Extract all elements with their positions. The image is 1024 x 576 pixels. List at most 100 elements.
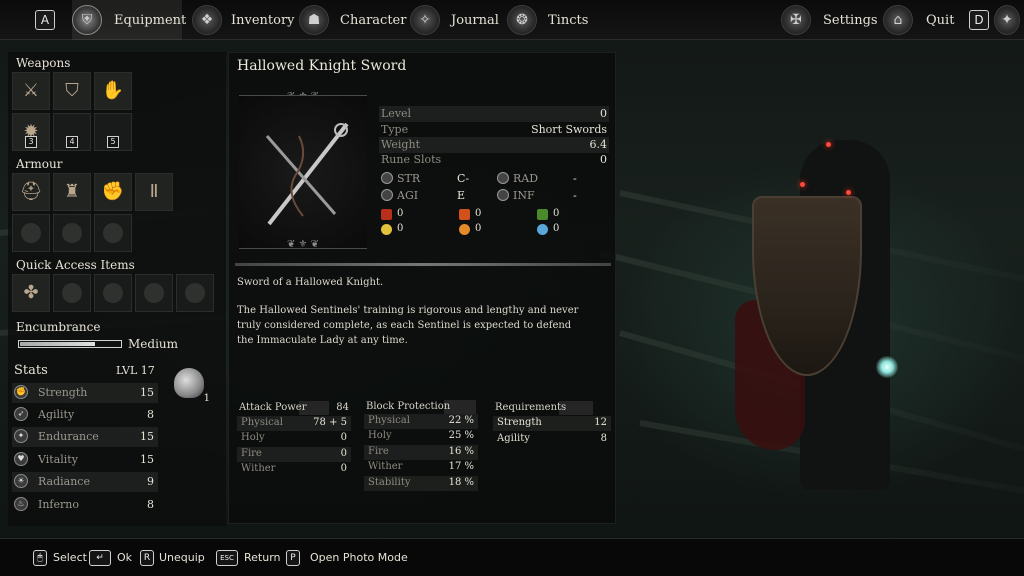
- inferno-icon: ♨: [14, 497, 28, 511]
- weapon-slot-2[interactable]: ⛉: [53, 72, 91, 110]
- info-value: 6.4: [589, 138, 608, 151]
- scaling-grade: -: [573, 189, 577, 202]
- attack-label: Wither: [241, 463, 276, 474]
- armour-title: Armour: [16, 157, 63, 171]
- radiance-icon: [497, 172, 509, 184]
- frost-icon: [537, 224, 548, 235]
- enter-key-icon: ↵: [89, 550, 111, 566]
- stat-agility: ➶ Agility 8: [12, 405, 158, 425]
- block-row-wither: Wither 17 %: [364, 460, 478, 475]
- armour-slot-helmet[interactable]: ⛑: [12, 173, 50, 211]
- amulet-slot[interactable]: [94, 214, 132, 252]
- attack-value: 0: [340, 463, 347, 474]
- tab-equipment[interactable]: Equipment: [114, 13, 186, 28]
- journal-icon[interactable]: ✧: [410, 5, 440, 35]
- settings-button[interactable]: Settings: [823, 13, 878, 28]
- quit-button[interactable]: Quit: [926, 13, 954, 28]
- helmet-icon[interactable]: ⛨: [72, 5, 102, 35]
- item-details-panel: Hallowed Knight Sword ❦ ⚜ ❦ ❦ ⚜ ❦ Level0…: [228, 52, 616, 524]
- r-key-icon: R: [140, 550, 154, 566]
- poison-icon: [537, 209, 548, 220]
- scaling-rad: RAD -: [497, 171, 607, 187]
- souls-indicator: 1: [172, 366, 214, 406]
- prev-tab-key[interactable]: A: [35, 10, 55, 30]
- hint-photo-mode[interactable]: P Open Photo Mode: [286, 550, 408, 566]
- scaling-label: AGI: [397, 189, 419, 202]
- status-value: 0: [553, 208, 560, 219]
- info-label: Type: [381, 123, 409, 136]
- status-bleed: 0: [381, 208, 451, 222]
- requirement-row-agility: Agility 8: [493, 432, 611, 447]
- block-row-stability: Stability 18 %: [364, 476, 478, 491]
- status-value: 0: [475, 223, 482, 234]
- hint-label: Unequip: [159, 551, 205, 564]
- quick-slot-4[interactable]: [135, 274, 173, 312]
- item-placeholder-icon: [185, 283, 205, 303]
- stat-label: Radiance: [38, 475, 90, 488]
- status-fire: 0: [459, 223, 529, 237]
- ring-slot-2[interactable]: [53, 214, 91, 252]
- weapon-slot-4[interactable]: 4: [53, 113, 91, 151]
- scaling-grade: E: [457, 189, 466, 202]
- settings-icon[interactable]: ✠: [781, 5, 811, 35]
- hint-select[interactable]: 🖱 Select: [33, 550, 93, 566]
- attack-value: 0: [340, 432, 347, 443]
- stat-value: 9: [147, 475, 154, 488]
- attack-value: 78 + 5: [313, 417, 347, 428]
- vitality-icon: ♥: [14, 452, 28, 466]
- tab-journal[interactable]: Journal: [451, 13, 499, 28]
- block-value: 17 %: [448, 461, 474, 472]
- stat-label: Inferno: [38, 498, 79, 511]
- stat-label: Agility: [38, 408, 75, 421]
- status-poison: 0: [537, 208, 607, 222]
- tab-tincts[interactable]: Tincts: [548, 13, 588, 28]
- armour-slot-gloves[interactable]: ✊: [94, 173, 132, 211]
- stat-value: 15: [140, 430, 154, 443]
- status-value: 0: [397, 223, 404, 234]
- scaling-grade: -: [573, 172, 577, 185]
- tincts-icon[interactable]: ❂: [507, 5, 537, 35]
- helmet-icon: ⛑: [19, 181, 43, 202]
- chestplate-icon: ♜: [63, 181, 81, 202]
- stat-strength: ✊ Strength 15: [12, 383, 158, 403]
- mouse-icon: 🖱: [33, 550, 47, 566]
- weapon-slot-5[interactable]: 5: [94, 113, 132, 151]
- armour-slot-legs[interactable]: Ⅱ: [135, 173, 173, 211]
- bag-icon[interactable]: ❖: [192, 5, 222, 35]
- ember-particle: [826, 142, 831, 147]
- block-value: 25 %: [448, 430, 474, 441]
- weapon-slot-catalyst[interactable]: ✋: [94, 72, 132, 110]
- hint-ok[interactable]: ↵ Ok: [89, 550, 139, 566]
- souls-count: 1: [203, 393, 210, 404]
- ember-particle: [846, 190, 851, 195]
- tab-inventory[interactable]: Inventory: [231, 13, 295, 28]
- attack-row-physical: Physical 78 + 5: [237, 416, 351, 431]
- block-label: Stability: [368, 477, 411, 488]
- ring-slot-1[interactable]: [12, 214, 50, 252]
- character-icon[interactable]: ☗: [299, 5, 329, 35]
- slot-number: 5: [107, 136, 119, 148]
- encumbrance-level: Medium: [128, 337, 179, 351]
- tab-character[interactable]: Character: [340, 13, 406, 28]
- weapon-slot-3[interactable]: ✹ 3: [12, 113, 50, 151]
- item-description-short: Sword of a Hallowed Knight.: [237, 277, 384, 288]
- scaling-grade: C-: [457, 172, 470, 185]
- quick-slot-3[interactable]: [94, 274, 132, 312]
- slot-number: 3: [25, 136, 37, 148]
- scaling-inf: INF -: [497, 188, 607, 204]
- attack-label: Holy: [241, 432, 265, 443]
- info-value: Short Swords: [531, 123, 607, 136]
- quick-slot-1[interactable]: ✤: [12, 274, 50, 312]
- next-tab-key[interactable]: D: [969, 10, 989, 30]
- hint-label: Open Photo Mode: [310, 551, 408, 564]
- weapon-slot-1[interactable]: ⚔: [12, 72, 50, 110]
- requirement-value: 8: [600, 433, 607, 444]
- quick-slot-5[interactable]: [176, 274, 214, 312]
- quick-slot-2[interactable]: [53, 274, 91, 312]
- armour-slot-chest[interactable]: ♜: [53, 173, 91, 211]
- stat-label: Strength: [38, 386, 88, 399]
- quit-icon[interactable]: ⌂: [883, 5, 913, 35]
- hint-return[interactable]: ESC Return: [216, 550, 282, 566]
- hint-unequip[interactable]: R Unequip: [140, 550, 210, 566]
- requirements-title: Requirements: [495, 402, 567, 413]
